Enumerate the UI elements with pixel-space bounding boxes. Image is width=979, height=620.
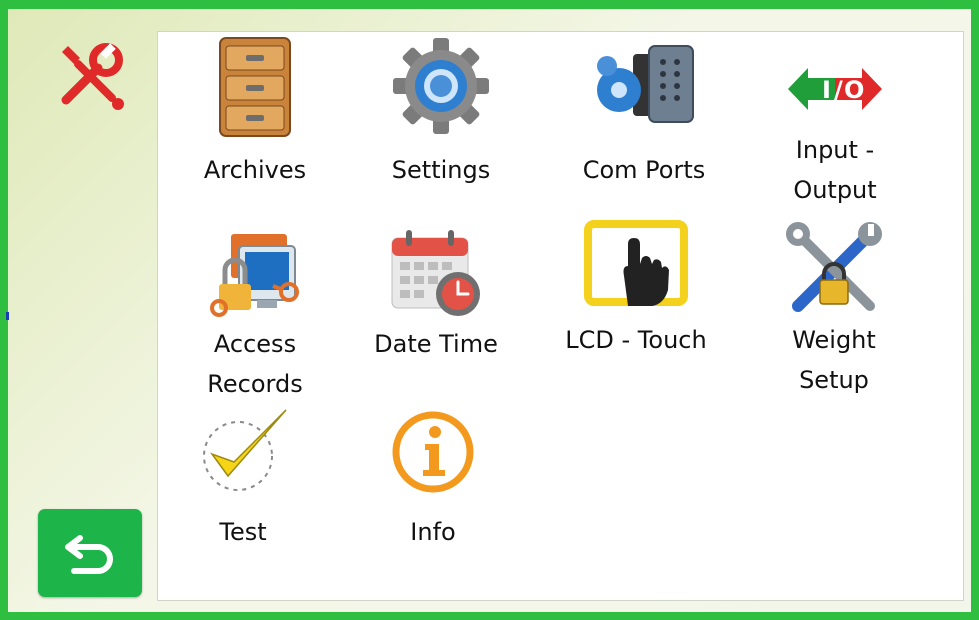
menu-tile-date-time[interactable]: Date Time	[356, 224, 516, 374]
access-lock-computer-icon	[210, 234, 299, 317]
menu-tile-label: LCD - Touch	[565, 326, 707, 354]
info-icon	[392, 411, 474, 493]
svg-text:/: /	[834, 76, 843, 104]
menu-tile-settings[interactable]: Settings	[371, 34, 511, 194]
menu-tile-label: Settings	[391, 156, 491, 184]
menu-tile-label: Input - Output	[793, 136, 877, 204]
wrench-screwdriver-icon	[61, 43, 124, 110]
menu-tile-access-records[interactable]: Access Records	[190, 224, 320, 404]
touch-screen-hand-icon	[584, 220, 688, 306]
menu-tile-label: Access Records	[207, 330, 303, 398]
menu-tile-label: Date Time	[374, 330, 498, 358]
menu-tile-label: Test	[219, 518, 267, 546]
serial-port-icon	[597, 45, 694, 123]
wrench-lock-icon	[786, 222, 882, 312]
menu-tile-label: Com Ports	[582, 156, 706, 184]
svg-text:O: O	[844, 76, 864, 104]
menu-tile-archives[interactable]: Archives	[185, 34, 325, 194]
back-button[interactable]	[38, 509, 142, 597]
gear-icon	[393, 38, 489, 134]
menu-tile-weight-setup[interactable]: Weight Setup	[764, 220, 904, 410]
svg-text:I: I	[822, 76, 831, 104]
menu-tile-label: Weight Setup	[792, 326, 876, 394]
menu-tile-label: Info	[410, 518, 456, 546]
menu-tile-lcd-touch[interactable]: LCD - Touch	[556, 220, 716, 370]
calendar-clock-icon	[391, 230, 480, 316]
filing-cabinet-icon	[219, 37, 291, 137]
menu-tile-input-output[interactable]: I / O Input - Output	[770, 34, 900, 214]
menu-tile-com-ports[interactable]: Com Ports	[568, 34, 720, 194]
edge-marker	[6, 312, 9, 320]
input-output-arrows-icon: I / O	[788, 68, 882, 110]
checkmark-icon	[203, 409, 287, 491]
menu-tile-label: Archives	[203, 156, 307, 184]
menu-tile-test[interactable]: Test	[188, 404, 298, 554]
menu-tile-info[interactable]: Info	[378, 404, 488, 554]
return-arrow-icon	[65, 535, 113, 574]
